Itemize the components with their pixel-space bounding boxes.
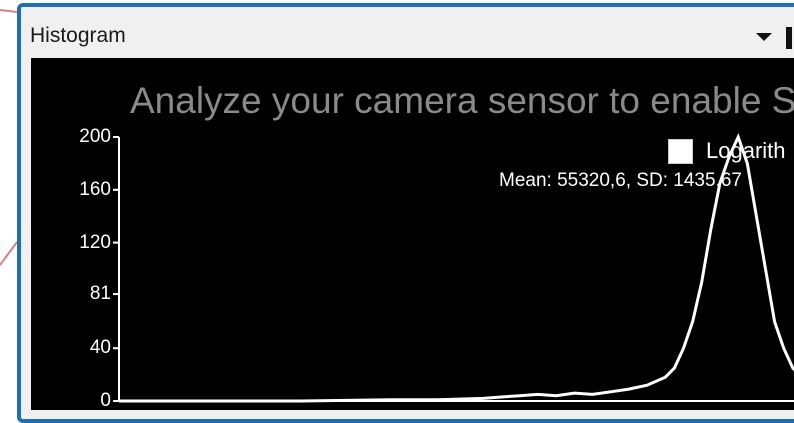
stats-readout: Mean: 55320,6, SD: 1435,67 xyxy=(499,170,742,191)
logarithmic-checkbox[interactable] xyxy=(668,139,693,164)
sensor-banner: Analyze your camera sensor to enable S xyxy=(130,80,794,121)
y-tick-label: 81 xyxy=(89,283,111,305)
y-tick-label: 0 xyxy=(100,390,111,411)
pin-icon[interactable] xyxy=(786,27,792,49)
logarithmic-label: Logarith xyxy=(706,138,786,163)
dropdown-arrow-icon[interactable] xyxy=(756,33,772,41)
y-tick-label: 200 xyxy=(79,126,111,147)
y-tick-label: 40 xyxy=(89,337,111,359)
y-tick-label: 120 xyxy=(79,231,111,253)
histogram-plot: Analyze your camera sensor to enable S L… xyxy=(31,58,794,410)
window-titlebar[interactable]: Histogram xyxy=(21,7,794,57)
y-tick-label: 160 xyxy=(79,178,111,200)
histogram-window[interactable]: Histogram Analyze your camera sensor to … xyxy=(17,3,794,423)
window-title: Histogram xyxy=(30,24,126,47)
